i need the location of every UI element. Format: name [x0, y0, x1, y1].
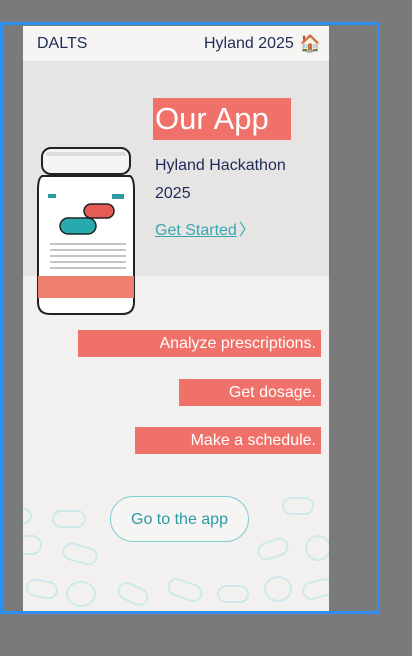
go-to-app-button[interactable]: Go to the app	[110, 496, 249, 542]
brand-name: DALTS	[37, 34, 88, 52]
chevron-right-icon: 〉	[238, 222, 255, 239]
home-icon[interactable]: 🏠	[300, 34, 321, 54]
feature-analyze: Analyze prescriptions.	[78, 330, 321, 357]
hero-subtitle: Hyland Hackathon 2025	[155, 157, 286, 202]
feature-dosage: Get dosage.	[179, 379, 321, 406]
feature-schedule: Make a schedule.	[135, 427, 321, 454]
page-title: Our App	[153, 98, 291, 140]
top-bar: DALTS Hyland 2025 🏠	[23, 26, 329, 62]
pill-bottle-illustration	[37, 147, 135, 315]
event-label: Hyland 2025	[203, 34, 294, 52]
app-screen: DALTS Hyland 2025 🏠 Our App Hyland Hacka…	[23, 26, 329, 611]
get-started-link[interactable]: Get Started 〉	[155, 216, 255, 240]
get-started-label: Get Started	[155, 222, 237, 239]
event-label-group: Hyland 2025 🏠	[204, 34, 321, 54]
